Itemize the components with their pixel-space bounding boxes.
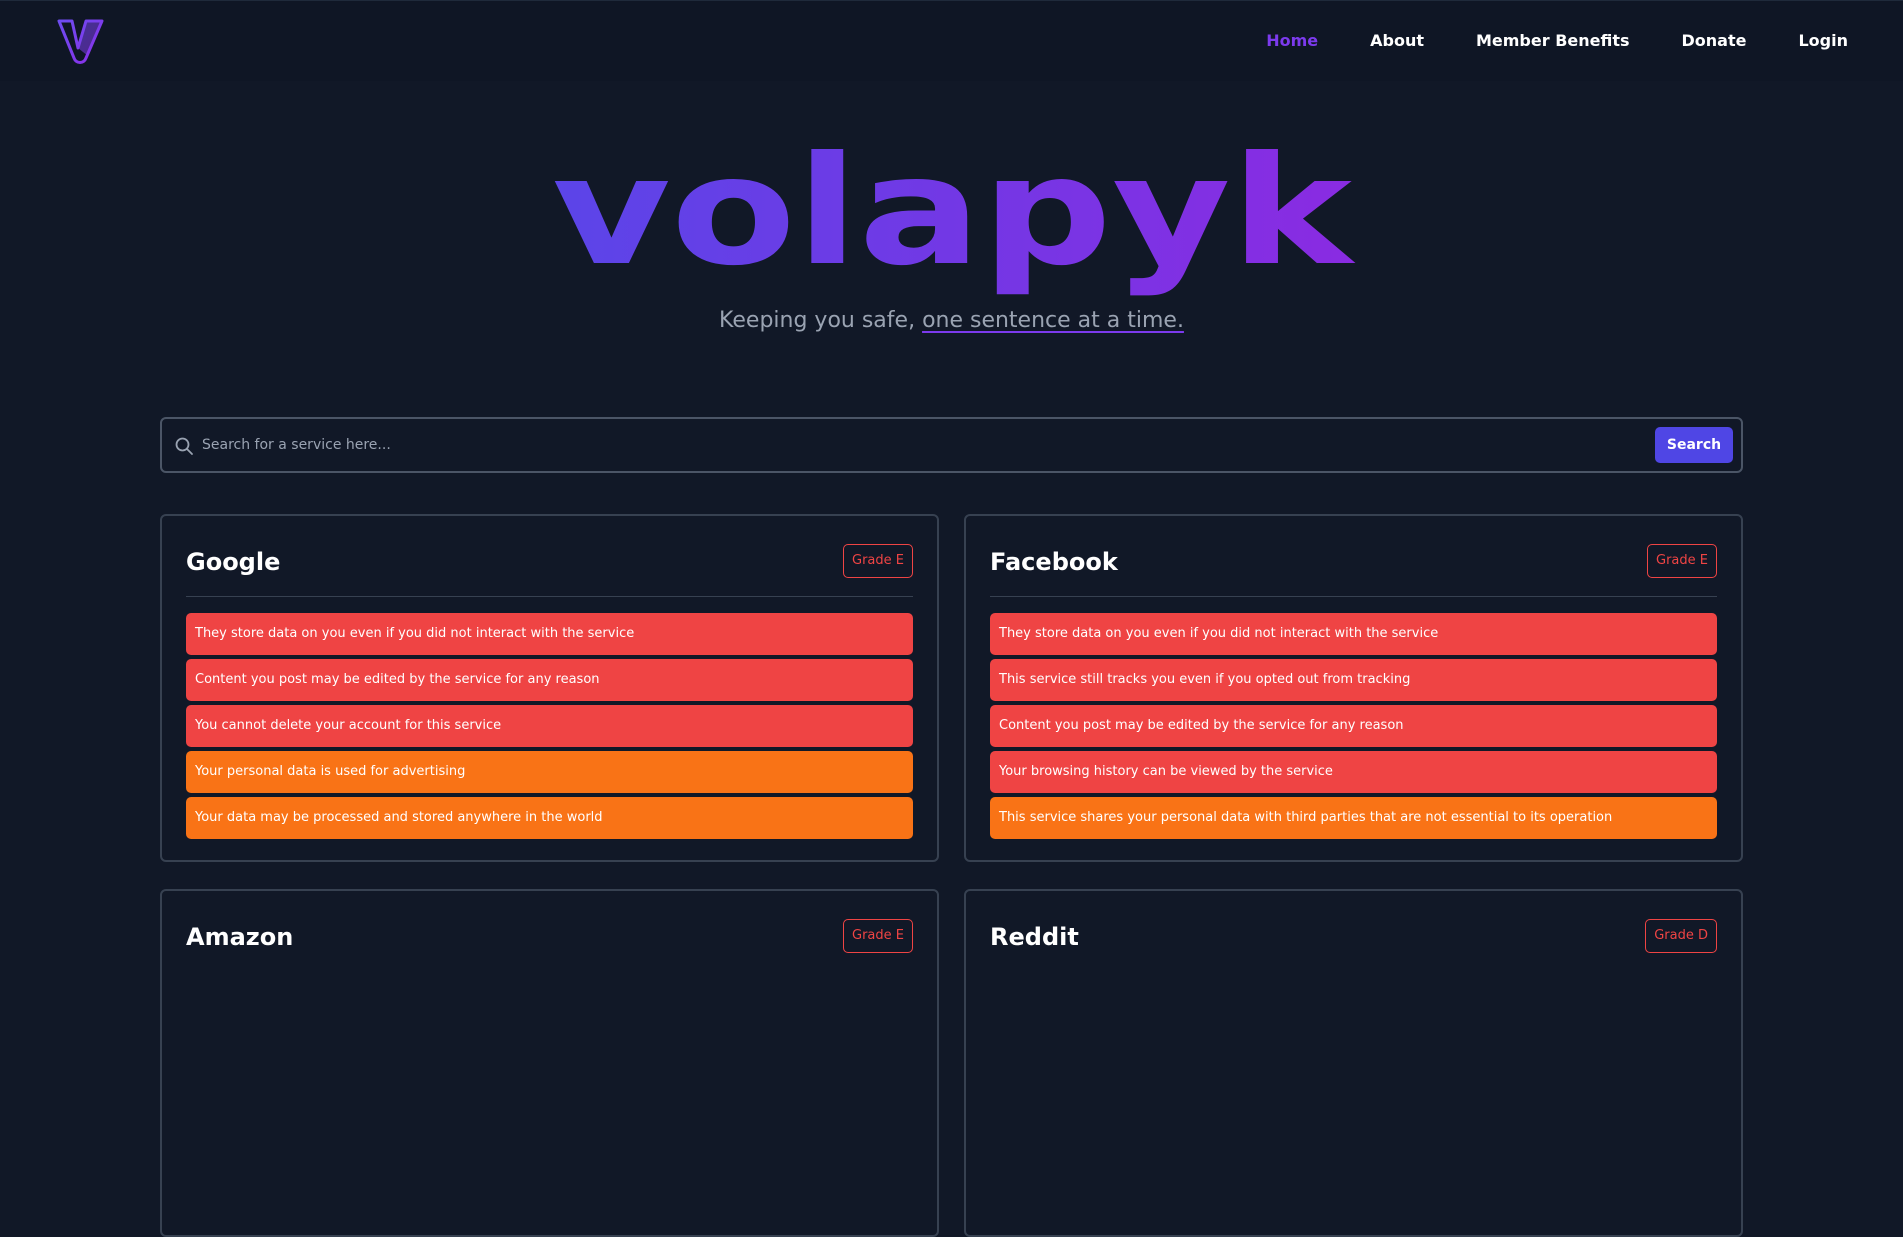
nav-link-about[interactable]: About (1370, 31, 1424, 50)
service-name[interactable]: Reddit (990, 923, 1079, 951)
nav-link-donate[interactable]: Donate (1682, 31, 1747, 50)
search-button[interactable]: Search (1655, 427, 1733, 463)
search-input[interactable] (202, 429, 1582, 461)
service-card-reddit[interactable]: Reddit Grade D (964, 889, 1743, 1237)
service-card-google[interactable]: Google Grade E They store data on you ev… (160, 514, 939, 862)
service-name[interactable]: Google (186, 548, 280, 576)
service-name[interactable]: Amazon (186, 923, 293, 951)
nav-link-member-benefits[interactable]: Member Benefits (1476, 31, 1630, 50)
divider (186, 596, 913, 597)
point-item[interactable]: They store data on you even if you did n… (186, 613, 913, 655)
tagline-link[interactable]: one sentence at a time. (922, 308, 1184, 333)
service-card-facebook[interactable]: Facebook Grade E They store data on you … (964, 514, 1743, 862)
points-list: They store data on you even if you did n… (186, 613, 913, 843)
point-item[interactable]: Content you post may be edited by the se… (990, 705, 1717, 747)
nav-link-home[interactable]: Home (1266, 31, 1318, 50)
point-item[interactable]: You cannot delete your account for this … (186, 705, 913, 747)
point-item[interactable]: Your browsing history can be viewed by t… (990, 751, 1717, 793)
tagline: Keeping you safe, one sentence at a time… (0, 308, 1903, 333)
divider (990, 596, 1717, 597)
grade-badge: Grade E (843, 544, 913, 578)
hero: volapyk (0, 135, 1903, 305)
grade-badge: Grade D (1645, 919, 1717, 953)
point-item[interactable]: Your data may be processed and stored an… (186, 797, 913, 839)
search-bar: Search (160, 417, 1743, 473)
grade-badge: Grade E (843, 919, 913, 953)
point-item[interactable]: Your personal data is used for advertisi… (186, 751, 913, 793)
point-item[interactable]: They store data on you even if you did n… (990, 613, 1717, 655)
search-icon (175, 437, 193, 455)
tagline-text: Keeping you safe, (719, 308, 923, 333)
point-item[interactable]: This service still tracks you even if yo… (990, 659, 1717, 701)
point-item[interactable]: Content you post may be edited by the se… (186, 659, 913, 701)
top-navbar: Home About Member Benefits Donate Login (0, 0, 1903, 81)
service-card-amazon[interactable]: Amazon Grade E (160, 889, 939, 1237)
wordmark-logo: volapyk (552, 135, 1356, 299)
grade-badge: Grade E (1647, 544, 1717, 578)
wordmark-text: volapyk (552, 135, 1356, 299)
points-list: They store data on you even if you did n… (990, 613, 1717, 843)
nav-link-login[interactable]: Login (1798, 31, 1848, 50)
service-name[interactable]: Facebook (990, 548, 1118, 576)
volapyk-logo-icon[interactable] (56, 18, 106, 68)
point-item[interactable]: This service shares your personal data w… (990, 797, 1717, 839)
nav-links: Home About Member Benefits Donate Login (1214, 31, 1848, 50)
